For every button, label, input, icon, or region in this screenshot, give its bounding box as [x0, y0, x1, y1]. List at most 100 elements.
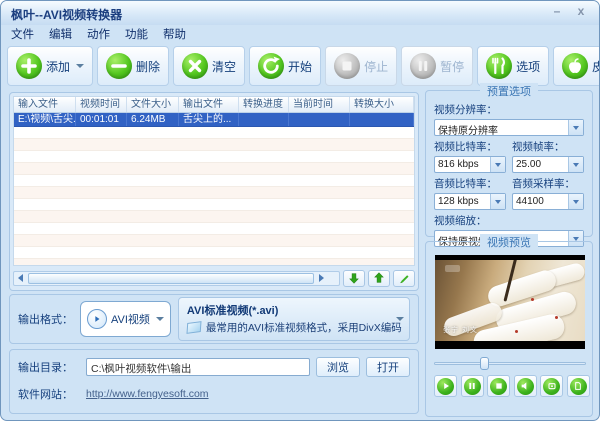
samplerate-select[interactable]: 44100: [512, 193, 584, 210]
col-current-time[interactable]: 当前时间: [289, 97, 350, 112]
col-progress[interactable]: 转换进度: [239, 97, 289, 112]
col-input-file[interactable]: 输入文件: [14, 97, 76, 112]
preset-options-panel: 预置选项 视频分辨率： 保持原分辨率 视频比特率： 816 kbps 视频帧率：…: [425, 90, 593, 237]
framerate-label: 视频帧率：: [512, 139, 584, 154]
video-preview-panel: 视频预览 张宁 刘文: [425, 241, 593, 417]
col-video-time[interactable]: 视频时间: [76, 97, 127, 112]
pause-icon: [410, 53, 436, 79]
options-button[interactable]: 选项: [477, 46, 549, 86]
menu-edit[interactable]: 编辑: [49, 26, 72, 42]
video-bitrate-dropdown-icon[interactable]: [490, 157, 505, 172]
close-button[interactable]: x: [573, 4, 589, 20]
output-dir-label: 输出目录：: [18, 359, 80, 375]
menu-help[interactable]: 帮助: [163, 26, 186, 42]
options-icon: [486, 53, 512, 79]
open-folder-button[interactable]: 打开: [366, 357, 410, 377]
app-window: 枫叶--AVI视频转换器 – x 文件 编辑 动作 功能 帮助 添加 删除: [0, 0, 600, 421]
seek-slider[interactable]: [434, 357, 586, 370]
seek-slider-thumb[interactable]: [480, 357, 489, 370]
table-row-empty: [14, 175, 414, 187]
add-label: 添加: [46, 58, 70, 75]
snapshot-button[interactable]: [540, 375, 563, 397]
file-table: 输入文件 视频时间 文件大小 输出文件 转换进度 当前时间 转换大小 E:\视频…: [13, 96, 415, 266]
col-converted-size[interactable]: 转换大小: [350, 97, 414, 112]
video-caption: 张宁 刘文: [443, 325, 478, 335]
seek-slider-track[interactable]: [434, 362, 586, 365]
video-image: 张宁 刘文: [435, 260, 585, 341]
audio-bitrate-value: 128 kbps: [435, 194, 490, 209]
samplerate-dropdown-icon[interactable]: [568, 194, 583, 209]
table-row-empty: [14, 187, 414, 199]
clear-button[interactable]: 清空: [173, 46, 245, 86]
video-bitrate-select[interactable]: 816 kbps: [434, 156, 506, 173]
framerate-dropdown-icon[interactable]: [568, 157, 583, 172]
resolution-select[interactable]: 保持原分辨率: [434, 119, 584, 136]
volume-icon: [517, 378, 534, 395]
framerate-select[interactable]: 25.00: [512, 156, 584, 173]
toolbar: 添加 删除 清空 开始 停止: [7, 44, 593, 88]
remove-icon: [106, 53, 132, 79]
minimize-button[interactable]: –: [549, 4, 565, 20]
table-row-empty: [14, 235, 414, 247]
video-frame[interactable]: 张宁 刘文: [435, 255, 585, 349]
skin-button[interactable]: 皮肤: [553, 46, 600, 86]
format-info-box[interactable]: AVI标准视频(*.avi) 最常用的AVI标准视频格式，采用DivX编码: [178, 297, 410, 341]
audio-bitrate-select[interactable]: 128 kbps: [434, 193, 506, 210]
cell-output-file: 舌尖上的...: [179, 113, 239, 126]
format-title: AVI标准视频(*.avi): [187, 302, 393, 318]
start-button[interactable]: 开始: [249, 46, 321, 86]
cell-file-size: 6.24MB: [127, 113, 179, 126]
scrollbar-thumb[interactable]: [28, 273, 314, 284]
table-row-selected[interactable]: E:\视频\舌尖... 00:01:01 6.24MB 舌尖上的...: [14, 113, 414, 127]
output-format-panel: 输出格式： AVI视频 AVI标准视频(*.avi) 最常用的AVI标准视频格式…: [9, 294, 419, 344]
open-file-button[interactable]: [567, 375, 590, 397]
horizontal-scrollbar[interactable]: [13, 271, 340, 286]
play-button[interactable]: [434, 375, 457, 397]
clear-label: 清空: [212, 58, 236, 75]
resolution-label: 视频分辨率：: [434, 102, 584, 117]
pause-playback-button[interactable]: [461, 375, 484, 397]
add-button[interactable]: 添加: [7, 46, 93, 86]
stop-playback-button[interactable]: [487, 375, 510, 397]
resolution-dropdown-icon[interactable]: [568, 120, 583, 135]
remove-button[interactable]: 删除: [97, 46, 169, 86]
volume-button[interactable]: [514, 375, 537, 397]
stop-playback-icon: [490, 378, 507, 395]
move-down-button[interactable]: [343, 270, 365, 287]
format-select-button[interactable]: AVI视频: [80, 301, 171, 337]
stop-label: 停止: [364, 58, 388, 75]
resolution-value: 保持原分辨率: [435, 120, 568, 135]
cell-progress: [239, 113, 289, 126]
arrow-down-icon: [347, 271, 361, 285]
audio-bitrate-dropdown-icon[interactable]: [490, 194, 505, 209]
col-file-size[interactable]: 文件大小: [127, 97, 179, 112]
titlebar[interactable]: 枫叶--AVI视频转换器 – x: [1, 1, 599, 25]
output-dir-input[interactable]: C:\枫叶视频软件\输出: [86, 358, 310, 376]
col-output-file[interactable]: 输出文件: [179, 97, 239, 112]
start-label: 开始: [288, 58, 312, 75]
format-play-icon: [87, 309, 107, 329]
clear-icon: [182, 53, 208, 79]
table-row-empty: [14, 163, 414, 175]
table-row-empty: [14, 151, 414, 163]
scroll-right-icon[interactable]: [315, 272, 328, 285]
file-table-rows: [14, 127, 414, 266]
table-row-empty: [14, 127, 414, 139]
menu-action[interactable]: 动作: [87, 26, 110, 42]
scroll-left-icon[interactable]: [14, 272, 27, 285]
snapshot-icon: [543, 378, 560, 395]
video-watermark: [445, 265, 460, 272]
move-up-button[interactable]: [368, 270, 390, 287]
browse-button[interactable]: 浏览: [316, 357, 360, 377]
preset-panel-title: 预置选项: [480, 83, 538, 99]
samplerate-label: 音频采样率：: [512, 176, 584, 191]
menu-function[interactable]: 功能: [125, 26, 148, 42]
cell-input-file: E:\视频\舌尖...: [14, 113, 76, 126]
website-link[interactable]: http://www.fengyesoft.com: [86, 388, 209, 400]
edit-button[interactable]: [393, 270, 415, 287]
arrow-up-icon: [372, 271, 386, 285]
format-info-caret-icon[interactable]: [396, 317, 404, 321]
pause-label: 暂停: [440, 58, 464, 75]
menu-file[interactable]: 文件: [11, 26, 34, 42]
video-scale-label: 视频缩放：: [434, 213, 584, 228]
